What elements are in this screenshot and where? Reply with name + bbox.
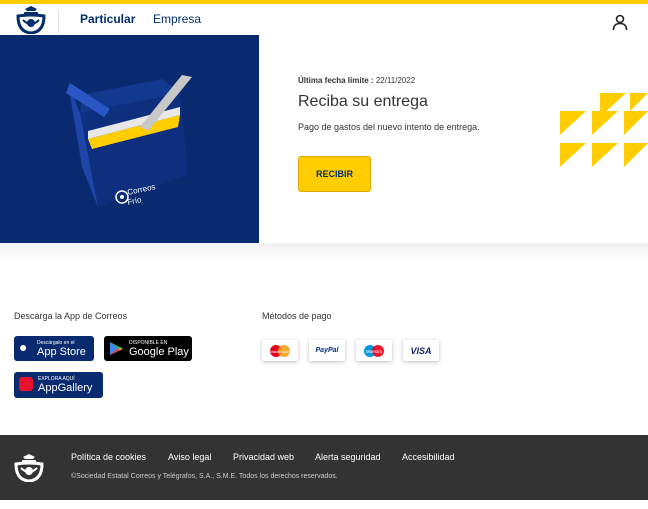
footer-link-cookies[interactable]: Política de cookies [71,452,146,462]
downloads-title: Descarga la App de Correos [14,311,128,321]
app-gallery-label: AppGallery [38,382,93,394]
header-divider [58,10,59,34]
correos-frio-box-image: Correos Frío [0,35,259,243]
footer-link-privacidad[interactable]: Privacidad web [233,452,294,462]
footer-link-alerta-seguridad[interactable]: Alerta seguridad [315,452,381,462]
tab-particular[interactable]: Particular [80,12,135,26]
footer-copyright: ©Sociedad Estatal Correos y Telégrafos, … [71,473,338,480]
correos-horn-icon[interactable] [14,454,44,482]
google-play-badge[interactable]: DISPONIBLE EN Google Play [104,336,192,361]
hero-title: Reciba su entrega [298,93,428,110]
section-separator [0,243,648,259]
play-icon [110,342,123,355]
maestro-badge: Maestro [356,340,392,361]
delivery-hero: Correos Frío Última fecha límite : 22/11… [0,35,648,243]
app-store-badge[interactable]: ● Descárgalo en el App Store [14,336,94,361]
mastercard-logo: MasterCard [270,344,291,357]
huawei-icon [19,377,33,391]
paypal-text: PayPal [315,347,339,354]
visa-badge: VISA [403,340,439,361]
google-play-label: Google Play [129,346,189,358]
maestro-logo: Maestro [364,344,384,357]
mastercard-badge: MasterCard [262,340,298,361]
correos-horn-icon[interactable] [16,6,46,34]
recibir-button[interactable]: RECIBIR [298,156,371,192]
hero-description: Pago de gastos del nuevo intento de entr… [298,122,480,132]
footer-link-accesibilidad[interactable]: Accesibilidad [402,452,455,462]
deadline-label: Última fecha límite : [298,76,374,85]
maestro-text: Maestro [366,349,383,354]
mastercard-text: MasterCard [270,349,291,354]
tab-empresa[interactable]: Empresa [153,12,201,26]
deadline-value: 22/11/2022 [375,76,416,85]
site-header: Particular Empresa [0,4,648,37]
app-store-label: App Store [37,346,86,358]
visa-text: VISA [410,345,432,356]
payments-title: Métodos de pago [262,311,332,321]
footer-link-aviso-legal[interactable]: Aviso legal [168,452,211,462]
decorative-arrows-icon [560,93,648,167]
site-footer: Política de cookies Aviso legal Privacid… [0,435,648,500]
user-icon[interactable] [611,13,629,31]
apple-icon: ● [19,339,28,355]
paypal-badge: PayPal [309,340,345,361]
deadline-line: Última fecha límite : 22/11/2022 [298,76,415,85]
hero-subbrand-text: Frío [127,195,143,207]
app-gallery-badge[interactable]: EXPLORA AQUÍ AppGallery [14,372,103,398]
